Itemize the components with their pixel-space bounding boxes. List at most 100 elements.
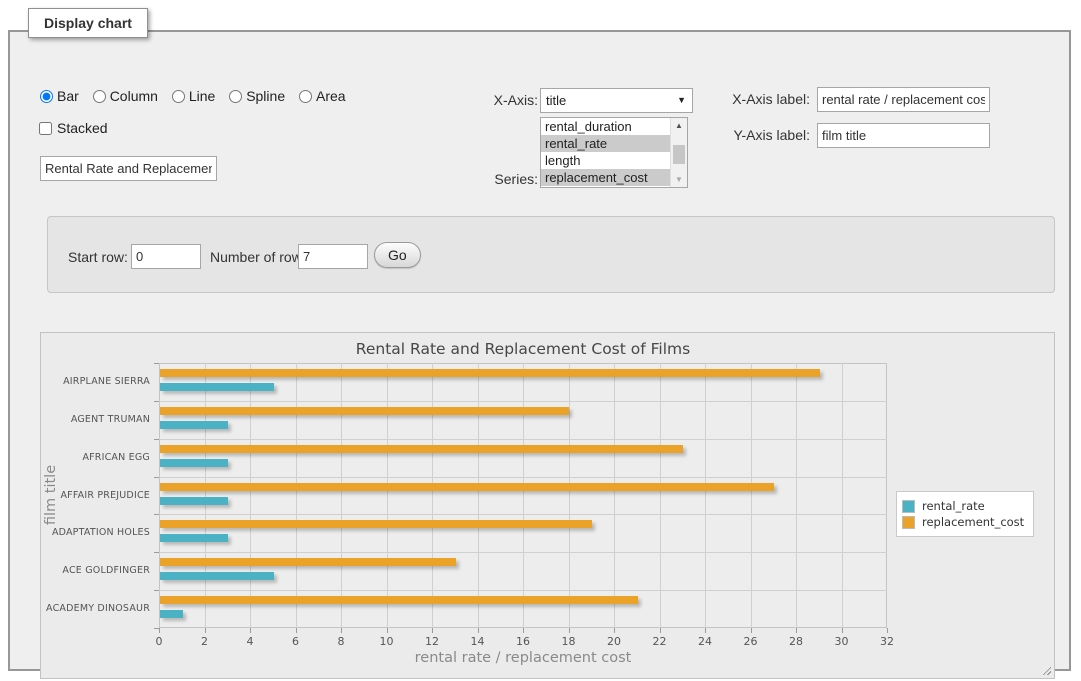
legend-label: rental_rate: [922, 499, 985, 513]
y-tick-mark: [154, 628, 159, 629]
x-tick-mark: [660, 628, 661, 633]
chart-type-area[interactable]: Area: [299, 88, 346, 104]
x-axis-select[interactable]: title ▼: [540, 88, 693, 113]
scrollbar-down-arrow-icon[interactable]: ▼: [671, 172, 687, 187]
x-tick-label: 22: [645, 635, 675, 648]
category-label: ACE GOLDFINGER: [44, 565, 150, 576]
x-tick-label: 26: [736, 635, 766, 648]
start-row-input[interactable]: [131, 244, 201, 269]
category-label: ACADEMY DINOSAUR: [44, 603, 150, 614]
resize-handle-icon[interactable]: [1040, 664, 1051, 675]
y-tick-mark: [154, 514, 159, 515]
y-tick-mark: [154, 477, 159, 478]
series-option-length[interactable]: length: [541, 152, 670, 169]
x-axis-label-caption: X-Axis label:: [725, 91, 810, 107]
x-tick-mark: [159, 628, 160, 633]
chart-title-input[interactable]: [40, 156, 217, 181]
x-tick-mark: [296, 628, 297, 633]
x-axis-label-input[interactable]: [817, 87, 990, 112]
gridline-vertical: [250, 363, 251, 628]
series-listbox-scrollbar[interactable]: ▲ ▼: [670, 118, 687, 187]
series-option-rental_rate[interactable]: rental_rate: [541, 135, 670, 152]
x-tick-label: 24: [690, 635, 720, 648]
gridline-horizontal: [159, 590, 887, 591]
category-label: AFFAIR PREJUDICE: [44, 490, 150, 501]
series-option-replacement_cost[interactable]: replacement_cost: [541, 169, 670, 186]
stacked-checkbox-label-wrap[interactable]: Stacked: [39, 120, 108, 136]
series-listbox[interactable]: rental_durationrental_ratelengthreplacem…: [540, 117, 688, 188]
series-option-rental_duration[interactable]: rental_duration: [541, 118, 670, 135]
category-label: ADAPTATION HOLES: [44, 527, 150, 538]
x-tick-mark: [478, 628, 479, 633]
x-tick-label: 32: [872, 635, 902, 648]
x-tick-mark: [523, 628, 524, 633]
row-range-toolbar: Start row: Number of rows: Go: [47, 216, 1055, 293]
stacked-row: Stacked: [39, 120, 108, 136]
scrollbar-thumb[interactable]: [673, 145, 685, 164]
y-tick-mark: [154, 363, 159, 364]
x-tick-label: 12: [417, 635, 447, 648]
num-rows-input[interactable]: [298, 244, 368, 269]
gridline-vertical: [569, 363, 570, 628]
x-tick-label: 30: [827, 635, 857, 648]
chart-container: Rental Rate and Replacement Cost of Film…: [40, 332, 1055, 679]
chart-type-bar[interactable]: Bar: [40, 88, 79, 104]
chart-type-area-radio[interactable]: [299, 90, 312, 103]
bar-replacement_cost: [160, 445, 683, 453]
x-tick-label: 4: [235, 635, 265, 648]
category-label: AFRICAN EGG: [44, 452, 150, 463]
select-dropdown-arrow-icon: ▼: [677, 89, 686, 112]
chart-type-radio-group: Bar Column Line Spline Area: [40, 88, 356, 104]
gridline-vertical: [660, 363, 661, 628]
chart-type-bar-label: Bar: [57, 88, 79, 104]
gridline-vertical: [705, 363, 706, 628]
gridline-vertical: [614, 363, 615, 628]
category-label: AIRPLANE SIERRA: [44, 376, 150, 387]
chart-type-line-radio[interactable]: [172, 90, 185, 103]
bar-replacement_cost: [160, 596, 638, 604]
bar-replacement_cost: [160, 558, 456, 566]
x-tick-mark: [842, 628, 843, 633]
x-tick-label: 14: [463, 635, 493, 648]
gridline-vertical: [296, 363, 297, 628]
chart-type-bar-radio[interactable]: [40, 90, 53, 103]
gridline-horizontal: [159, 401, 887, 402]
x-tick-label: 0: [144, 635, 174, 648]
legend-label: replacement_cost: [922, 515, 1024, 529]
chart-type-spline-radio[interactable]: [229, 90, 242, 103]
x-tick-label: 8: [326, 635, 356, 648]
display-chart-panel: Bar Column Line Spline Area Stacked X-Ax…: [8, 30, 1071, 671]
gridline-vertical: [842, 363, 843, 628]
stacked-checkbox[interactable]: [39, 122, 52, 135]
bar-rental_rate: [160, 497, 228, 505]
y-tick-mark: [154, 590, 159, 591]
scrollbar-up-arrow-icon[interactable]: ▲: [671, 118, 687, 133]
chart-type-spline-label: Spline: [246, 88, 285, 104]
x-tick-mark: [569, 628, 570, 633]
x-tick-mark: [205, 628, 206, 633]
chart-title: Rental Rate and Replacement Cost of Film…: [159, 340, 887, 358]
y-axis-label-input[interactable]: [817, 123, 990, 148]
gridline-vertical: [205, 363, 206, 628]
x-tick-mark: [614, 628, 615, 633]
start-row-label: Start row:: [68, 249, 128, 265]
legend-swatch-replacement_cost: [902, 516, 915, 529]
chart-type-column-radio[interactable]: [93, 90, 106, 103]
chart-type-column-label: Column: [110, 88, 158, 104]
gridline-vertical: [387, 363, 388, 628]
bar-rental_rate: [160, 459, 228, 467]
x-tick-mark: [751, 628, 752, 633]
x-tick-mark: [705, 628, 706, 633]
x-tick-label: 28: [781, 635, 811, 648]
chart-type-spline[interactable]: Spline: [229, 88, 285, 104]
x-tick-mark: [250, 628, 251, 633]
bar-rental_rate: [160, 610, 183, 618]
chart-type-line[interactable]: Line: [172, 88, 215, 104]
x-tick-mark: [341, 628, 342, 633]
go-button[interactable]: Go: [374, 242, 421, 268]
bar-rental_rate: [160, 421, 228, 429]
x-tick-mark: [796, 628, 797, 633]
category-label: AGENT TRUMAN: [44, 414, 150, 425]
chart-type-column[interactable]: Column: [93, 88, 158, 104]
chart-type-line-label: Line: [189, 88, 215, 104]
